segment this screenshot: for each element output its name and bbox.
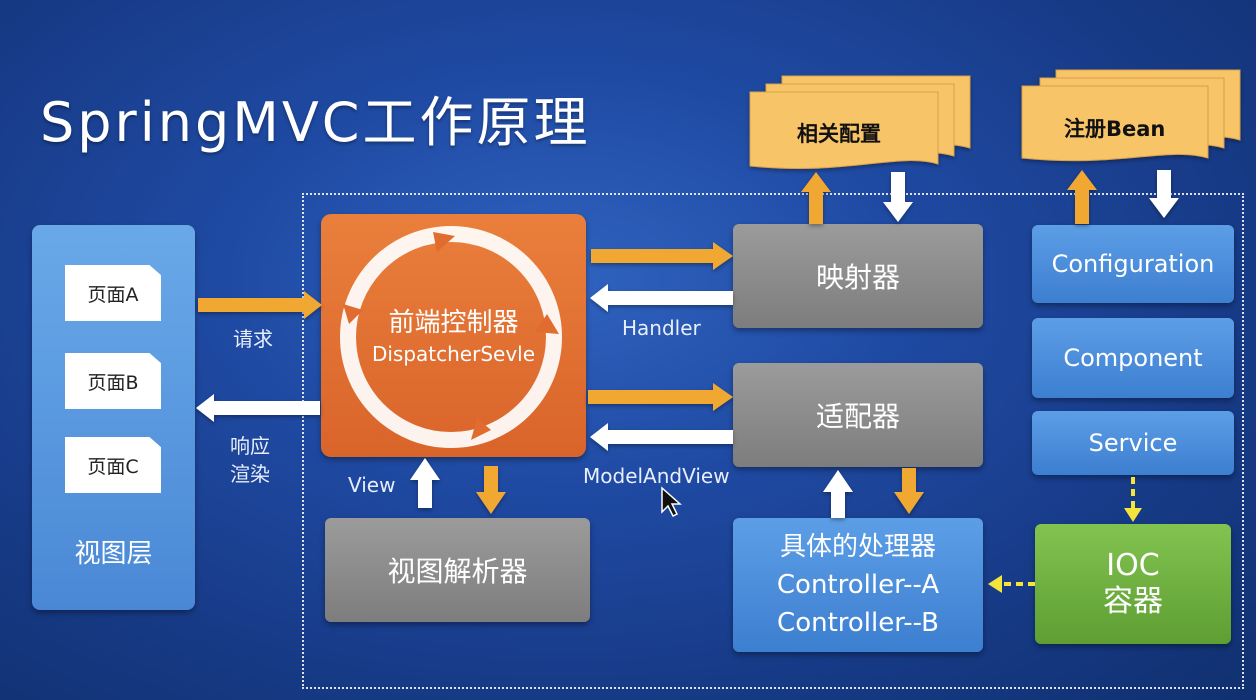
to-view-resolver-arrow — [476, 466, 506, 514]
to-mapper-arrow — [591, 242, 733, 270]
mapper-to-config-arrow — [801, 172, 831, 224]
model-and-view-return-arrow — [590, 423, 733, 451]
processor-return-arrow — [823, 470, 853, 518]
connector-layer — [196, 69, 1241, 593]
handler-label: Handler — [622, 316, 701, 340]
config-document-label: 相关配置 — [797, 122, 881, 146]
configuration-to-register-arrow — [1067, 170, 1097, 224]
ioc-to-processor-dashed-arrow — [988, 575, 1035, 593]
response-label-line2: 渲染 — [230, 462, 270, 486]
service-to-ioc-dashed-arrow — [1124, 477, 1142, 522]
to-processor-arrow — [894, 468, 924, 514]
mouse-cursor-icon — [661, 486, 682, 518]
config-to-mapper-arrow — [883, 172, 913, 222]
register-to-configuration-arrow — [1149, 170, 1179, 218]
request-label: 请求 — [233, 327, 273, 351]
view-return-arrow — [410, 458, 440, 508]
to-adapter-arrow — [588, 383, 733, 411]
register-bean-document-label: 注册Bean — [1064, 117, 1166, 141]
handler-return-arrow — [590, 284, 733, 312]
response-arrow — [196, 394, 320, 422]
view-label: View — [348, 473, 396, 497]
model-and-view-label: ModelAndView — [583, 464, 730, 488]
response-label-line1: 响应 — [230, 434, 270, 458]
request-arrow — [198, 291, 322, 319]
